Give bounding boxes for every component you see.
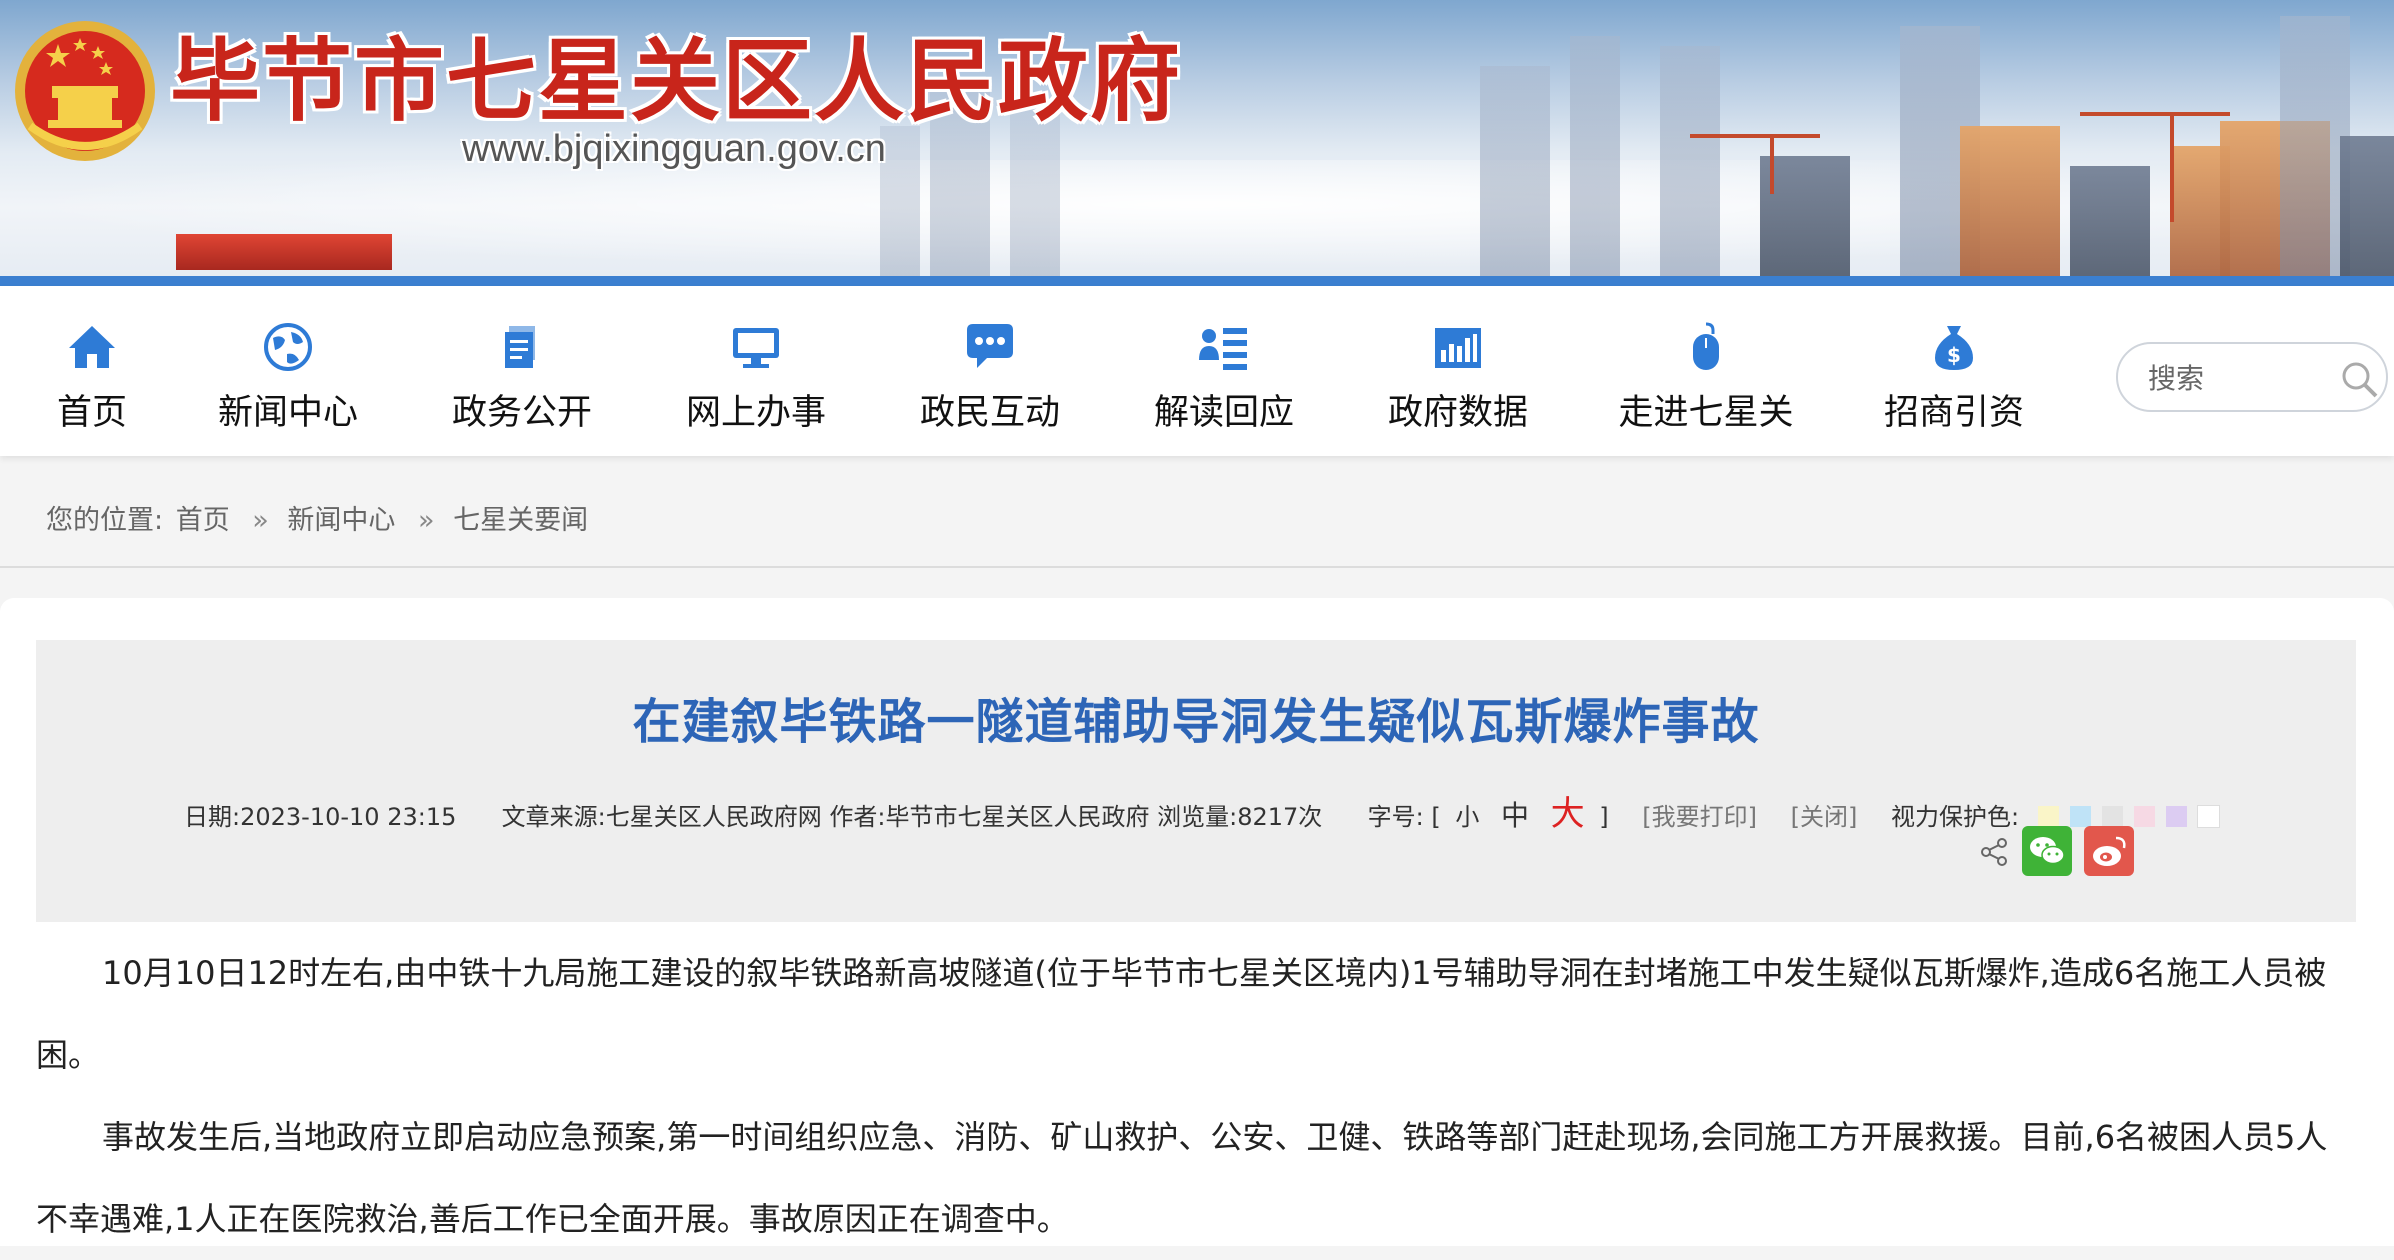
article-source: 七星关区人民政府网 [605,803,822,831]
breadcrumb: 您的位置: 首页 » 新闻中心 » 七星关要闻 [46,498,592,537]
banner-building [880,126,920,276]
banner-crane [2080,112,2230,116]
article-date: 2023-10-10 23:15 [240,803,457,831]
nav-item-online-service[interactable]: 网上办事 [666,320,846,435]
nav-item-home[interactable]: 首页 [2,320,182,435]
breadcrumb-prefix: 您的位置: [46,505,164,536]
eye-color-swatch[interactable] [2196,805,2220,828]
share-icon[interactable] [1978,836,2010,868]
nav-label: 网上办事 [685,393,826,433]
money-bag-icon: $ [1935,326,1973,370]
print-link[interactable]: [我要打印] [1642,803,1757,831]
banner-building [1960,126,2060,276]
svg-text:$: $ [1947,343,1961,367]
mouse-icon [1693,322,1719,370]
banner-building [1570,36,1620,276]
nav-label: 政务公开 [451,393,592,433]
eye-color-swatch[interactable] [2069,806,2091,827]
nav-label: 政民互动 [919,393,1060,433]
bar-chart-icon [1435,328,1481,368]
breadcrumb-separator: » [418,505,435,536]
search-icon[interactable] [2338,358,2380,400]
chat-bubble-icon [967,324,1013,368]
nav-label: 政府数据 [1387,393,1528,433]
weibo-icon [2093,836,2126,866]
article-paragraph: 事故发生后,当地政府立即启动应急预案,第一时间组织应急、消防、矿山救护、公安、卫… [36,1118,2328,1238]
national-emblem-icon [15,21,155,161]
banner-crane [2170,112,2174,222]
article-paragraph: 10月10日12时左右,由中铁十九局施工建设的叙毕铁路新高坡隧道(位于毕节市七星… [36,954,2327,1074]
nav-item-interpretation[interactable]: 解读回应 [1134,320,1314,435]
banner-crane [1690,134,1820,138]
nav-item-gov-affairs[interactable]: 政务公开 [432,320,612,435]
user-list-icon [1199,328,1247,370]
article-views: 8217次 [1237,803,1323,831]
eye-color-swatch[interactable] [2133,806,2155,827]
date-label: 日期: [184,803,241,831]
nav-label: 新闻中心 [217,393,358,433]
breadcrumb-divider [0,566,2394,568]
eye-color-swatch[interactable] [2037,806,2059,827]
search-input[interactable] [2146,356,2330,400]
eye-color-label: 视力保护色: [1891,803,2020,831]
banner-building [1480,66,1550,276]
nav-label: 首页 [56,393,127,433]
banner-building [2070,166,2150,276]
article-title: 在建叙毕铁路一隧道辅助导洞发生疑似瓦斯爆炸事故 [632,694,1760,750]
nav-item-gov-data[interactable]: 政府数据 [1368,320,1548,435]
banner-building [1660,46,1720,276]
home-icon [69,326,115,368]
breadcrumb-link-news[interactable]: 新闻中心 [287,505,395,536]
site-url: www.bjqixingguan.gov.cn [462,128,886,170]
breadcrumb-link-home[interactable]: 首页 [176,505,230,536]
banner-crane [1770,134,1774,194]
header-accent-bar [0,276,2394,286]
font-size-medium-button[interactable]: 中 [1501,799,1529,832]
nav-item-news[interactable]: 新闻中心 [198,320,378,435]
nav-label: 走进七星关 [1618,393,1794,433]
banner-building [2340,136,2394,276]
nav-item-about-district[interactable]: 走进七星关 [1616,320,1796,435]
nav-item-interaction[interactable]: 政民互动 [900,320,1080,435]
main-nav: 首页 新闻中心 政务公开 网上办事 政民互动 解读回应 政府数据 走进七星关 $… [0,286,2394,456]
font-size-bracket-open: [ [1431,803,1441,831]
globe-icon [264,323,312,371]
close-link[interactable]: [关闭] [1791,803,1858,831]
source-label: 文章来源: [501,803,606,831]
article-meta: 日期:2023-10-10 23:15 文章来源:七星关区人民政府网 作者:毕节… [184,786,2220,835]
site-title: 毕节市七星关区人民政府 [170,28,1182,134]
header-banner: 毕节市七星关区人民政府 www.bjqixingguan.gov.cn [0,0,2394,276]
nav-label: 解读回应 [1153,393,1294,433]
wechat-share-button[interactable] [2022,826,2072,876]
font-size-bracket-close: ] [1599,803,1609,831]
search-box [2116,342,2388,412]
font-size-small-button[interactable]: 小 [1455,803,1479,831]
wechat-icon [2030,837,2065,865]
breadcrumb-link-district-news[interactable]: 七星关要闻 [453,505,588,536]
author-label: 作者: [829,803,886,831]
eye-color-swatch[interactable] [2101,806,2123,827]
weibo-share-button[interactable] [2084,826,2134,876]
banner-red-building [176,234,392,270]
font-size-label: 字号: [1367,803,1424,831]
font-size-large-button[interactable]: 大 [1551,794,1585,834]
nav-label: 招商引资 [1883,393,2024,433]
article-author: 毕节市七星关区人民政府 [885,803,1150,831]
breadcrumb-separator: » [252,505,269,536]
views-label: 浏览量: [1157,803,1238,831]
monitor-icon [733,328,779,368]
document-icon [505,326,535,368]
eye-color-swatch[interactable] [2165,806,2187,827]
nav-item-investment[interactable]: $ 招商引资 [1864,320,2044,435]
